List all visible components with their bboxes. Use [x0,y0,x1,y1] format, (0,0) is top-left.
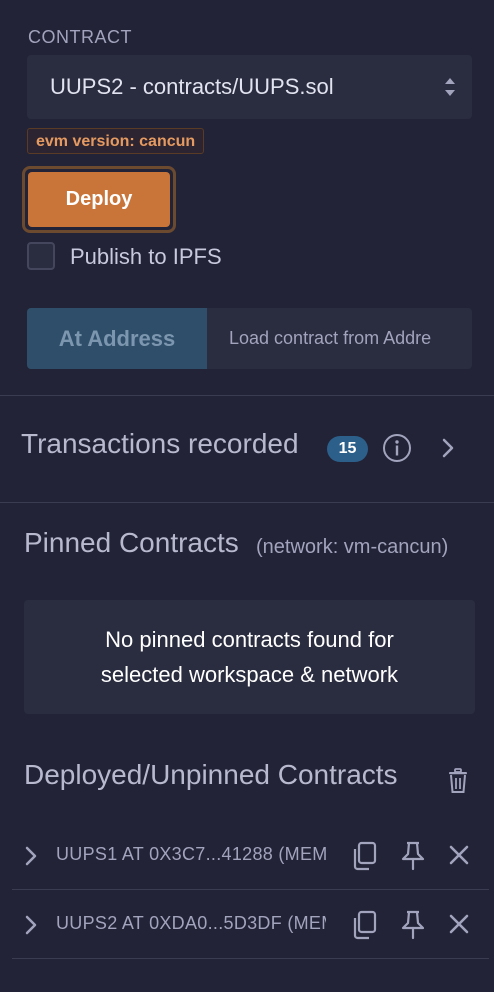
info-icon[interactable] [382,433,412,463]
copy-icon[interactable] [350,910,378,940]
instance-label[interactable]: UUPS1 AT 0X3C7...41288 (MEMORY) [56,844,326,870]
transactions-count-badge: 15 [327,436,368,462]
divider [0,502,494,503]
at-address-button[interactable]: At Address [27,308,207,369]
close-icon[interactable] [448,844,470,866]
deployed-instance[interactable]: UUPS1 AT 0X3C7...41288 (MEMORY) [12,822,489,890]
chevron-right-icon[interactable] [24,844,38,868]
pinned-contracts-title: Pinned Contracts [24,527,239,558]
select-arrows-icon [445,78,455,96]
contract-select-value: UUPS2 - contracts/UUPS.sol [50,74,334,99]
deploy-button[interactable]: Deploy [28,172,170,227]
pinned-empty-line2: selected workspace & network [100,662,399,687]
publish-ipfs-checkbox[interactable] [27,242,55,270]
trash-icon[interactable] [447,768,469,794]
divider [0,395,494,396]
evm-version-badge: evm version: cancun [27,128,205,154]
load-contract-address-input[interactable] [207,308,472,369]
divider [12,958,489,959]
divider [12,889,489,890]
copy-icon[interactable] [350,841,378,871]
publish-ipfs-label[interactable]: Publish to IPFS [70,244,222,270]
pin-icon[interactable] [400,910,426,940]
instance-label[interactable]: UUPS2 AT 0XDA0...5D3DF (MEMORY) [56,913,326,939]
chevron-right-icon[interactable] [24,913,38,937]
deployed-contracts-title: Deployed/Unpinned Contracts [24,759,398,790]
contract-label: CONTRACT [28,27,132,47]
transactions-recorded-title[interactable]: Transactions recorded [21,428,299,460]
close-icon[interactable] [448,913,470,935]
pinned-network-label: (network: vm-cancun) [256,536,449,558]
pinned-empty-message: No pinned contracts found for selected w… [24,600,475,714]
deploy-button-focus-ring: Deploy [22,166,176,233]
contract-select[interactable]: UUPS2 - contracts/UUPS.sol [27,55,472,119]
pinned-empty-line1: No pinned contracts found for [105,627,394,652]
pin-icon[interactable] [400,841,426,871]
deployed-instance[interactable]: UUPS2 AT 0XDA0...5D3DF (MEMORY) [12,891,489,959]
chevron-right-icon[interactable] [440,437,456,459]
